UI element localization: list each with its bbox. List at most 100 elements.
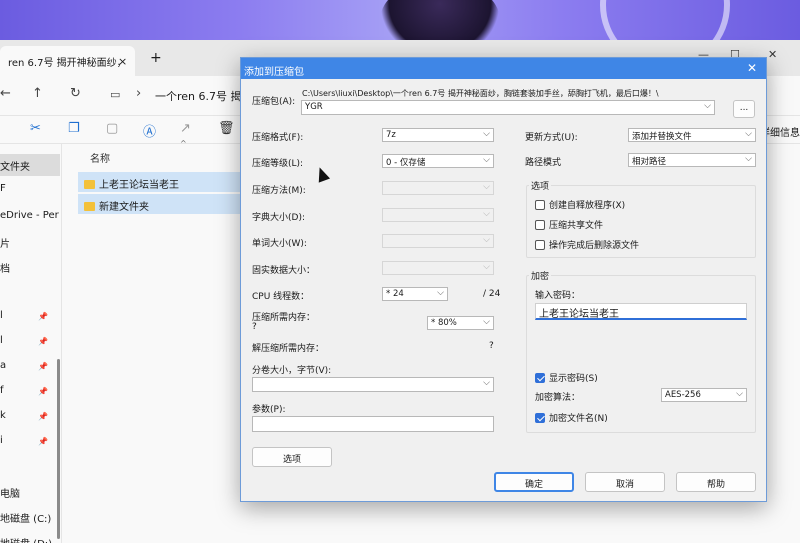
split-label: 分卷大小，字节(V):	[252, 366, 332, 376]
explorer-sidebar: 文件夹 F eDrive - Per 片 档 l 📌 l 📌 a 📌 f 📌 k…	[0, 144, 62, 543]
file-row[interactable]: 新建文件夹	[78, 194, 240, 214]
word-label: 单词大小(W):	[252, 239, 307, 249]
folder-icon	[84, 180, 95, 189]
file-name: 新建文件夹	[99, 202, 149, 213]
close-icon[interactable]: ✕	[747, 61, 757, 75]
chevron-down-icon: ⌵	[483, 155, 490, 165]
sidebar-item[interactable]: f	[0, 385, 4, 396]
refresh-icon[interactable]: ↻	[70, 86, 81, 101]
chevron-down-icon: ⌵	[736, 389, 743, 399]
show-password-checkbox[interactable]: 显示密码(S)	[535, 371, 598, 384]
shared-files-label: 压缩共享文件	[549, 221, 604, 231]
cut-icon[interactable]: ✂	[30, 121, 41, 136]
chevron-down-icon: ⌵	[483, 235, 490, 245]
sidebar-item-drive-c[interactable]: 地磁盘 (C:)	[0, 510, 51, 525]
sidebar-item[interactable]: l	[0, 310, 3, 321]
format-label: 压缩格式(F):	[252, 133, 304, 143]
encryption-method-value: AES-256	[665, 390, 701, 400]
encryption-method-select[interactable]: AES-256 ⌵	[661, 388, 747, 402]
checkbox-icon	[535, 220, 545, 230]
rename-icon[interactable]: Ⓐ	[143, 121, 156, 140]
shared-files-checkbox[interactable]: 压缩共享文件	[535, 218, 603, 231]
sidebar-item[interactable]: 档	[0, 260, 10, 275]
memory-select[interactable]: * 80% ⌵	[427, 316, 494, 330]
level-label: 压缩等级(L):	[252, 159, 304, 169]
encryption-method-label: 加密算法：	[535, 393, 581, 403]
method-label: 压缩方法(M):	[252, 186, 306, 196]
paste-icon[interactable]: ▢	[106, 121, 118, 136]
path-mode-select[interactable]: 相对路径 ⌵	[628, 153, 756, 167]
update-label: 更新方式(U):	[525, 133, 578, 143]
archive-name-combo[interactable]: YGR ⌵	[301, 100, 715, 115]
sidebar-item-this-pc[interactable]: 电脑	[0, 485, 20, 500]
pin-icon: 📌	[38, 337, 48, 346]
split-combo[interactable]: ⌵	[252, 377, 494, 392]
dict-select[interactable]: ⌵	[382, 208, 494, 222]
sidebar-item[interactable]: l	[0, 335, 3, 346]
dialog-title: 添加到压缩包	[244, 67, 304, 78]
options-group-title: 选项	[529, 179, 552, 192]
archive-name-value: YGR	[305, 102, 323, 112]
decompress-memory-value: ?	[489, 341, 494, 351]
chevron-down-icon: ⌵	[483, 209, 490, 219]
sidebar-item-onedrive[interactable]: eDrive - Per	[0, 210, 59, 221]
options-button[interactable]: 选项	[252, 447, 332, 467]
chevron-down-icon: ⌵	[704, 101, 711, 111]
breadcrumb[interactable]: 一个ren 6.7号 揭开	[155, 88, 253, 104]
checkbox-checked-icon	[535, 373, 545, 383]
encrypt-names-checkbox[interactable]: 加密文件名(N)	[535, 411, 608, 424]
copy-icon[interactable]: ❐	[68, 121, 80, 136]
password-label: 输入密码：	[535, 291, 581, 301]
file-name: 上老王论坛当老王	[99, 180, 179, 191]
explorer-tab[interactable]: ren 6.7号 揭开神秘面纱，	[0, 46, 135, 76]
tab-close-icon[interactable]: ×	[118, 55, 127, 68]
close-window-icon[interactable]: ✕	[768, 48, 777, 61]
params-input[interactable]	[252, 416, 494, 432]
chevron-down-icon: ⌵	[745, 154, 752, 164]
path-mode-value: 相对路径	[632, 157, 667, 167]
archive-label: 压缩包(A):	[252, 97, 296, 107]
archive-path: C:\Users\liuxi\Desktop\一个ren 6.7号 揭开神秘面纱…	[302, 89, 659, 98]
password-input[interactable]: 上老王论坛当老王	[535, 303, 747, 320]
sidebar-item[interactable]: i	[0, 435, 3, 446]
method-select[interactable]: ⌵	[382, 181, 494, 195]
browse-button[interactable]: ...	[733, 100, 755, 118]
chevron-down-icon: ⌵	[483, 182, 490, 192]
solid-select[interactable]: ⌵	[382, 261, 494, 275]
cpu-select[interactable]: * 24 ⌵	[382, 287, 448, 301]
up-arrow-icon[interactable]: ↑	[32, 86, 43, 101]
back-arrow-icon[interactable]: ←	[0, 86, 11, 101]
sidebar-item[interactable]: F	[0, 183, 6, 194]
dialog-title-bar[interactable]: 添加到压缩包 ✕	[241, 58, 766, 79]
column-header-name[interactable]: 名称	[90, 150, 110, 165]
pin-icon: 📌	[38, 362, 48, 371]
sidebar-item-drive-d[interactable]: 地磁盘 (D:)	[0, 535, 52, 543]
chevron-down-icon: ⌵	[483, 262, 490, 272]
encrypt-names-label: 加密文件名(N)	[549, 414, 608, 424]
sidebar-item[interactable]: 片	[0, 235, 10, 250]
sfx-checkbox[interactable]: 创建自释放程序(X)	[535, 198, 625, 211]
ok-button[interactable]: 确定	[494, 472, 574, 492]
sidebar-item[interactable]: 文件夹	[0, 158, 30, 173]
sort-caret-icon: ^	[180, 139, 187, 148]
cancel-button[interactable]: 取消	[585, 472, 665, 492]
pin-icon: 📌	[38, 387, 48, 396]
delete-icon[interactable]: 🗑	[218, 121, 235, 136]
sidebar-item[interactable]: a	[0, 360, 6, 371]
share-icon[interactable]: ↗	[180, 121, 191, 136]
new-tab-icon[interactable]: +	[150, 50, 162, 66]
chevron-right-icon: ›	[136, 86, 142, 101]
params-label: 参数(P):	[252, 405, 286, 415]
format-select[interactable]: 7z ⌵	[382, 128, 494, 142]
help-button[interactable]: 帮助	[676, 472, 756, 492]
chevron-down-icon: ⌵	[437, 288, 444, 298]
wallpaper-ring	[600, 0, 730, 40]
word-select[interactable]: ⌵	[382, 234, 494, 248]
level-select[interactable]: 0 - 仅存储 ⌵	[382, 154, 494, 168]
delete-source-checkbox[interactable]: 操作完成后删除源文件	[535, 238, 639, 251]
file-row[interactable]: 上老王论坛当老王	[78, 172, 240, 192]
sidebar-item[interactable]: k	[0, 410, 6, 421]
chevron-down-icon: ⌵	[745, 129, 752, 139]
update-select[interactable]: 添加并替换文件 ⌵	[628, 128, 756, 142]
sidebar-scrollbar[interactable]	[57, 359, 60, 539]
